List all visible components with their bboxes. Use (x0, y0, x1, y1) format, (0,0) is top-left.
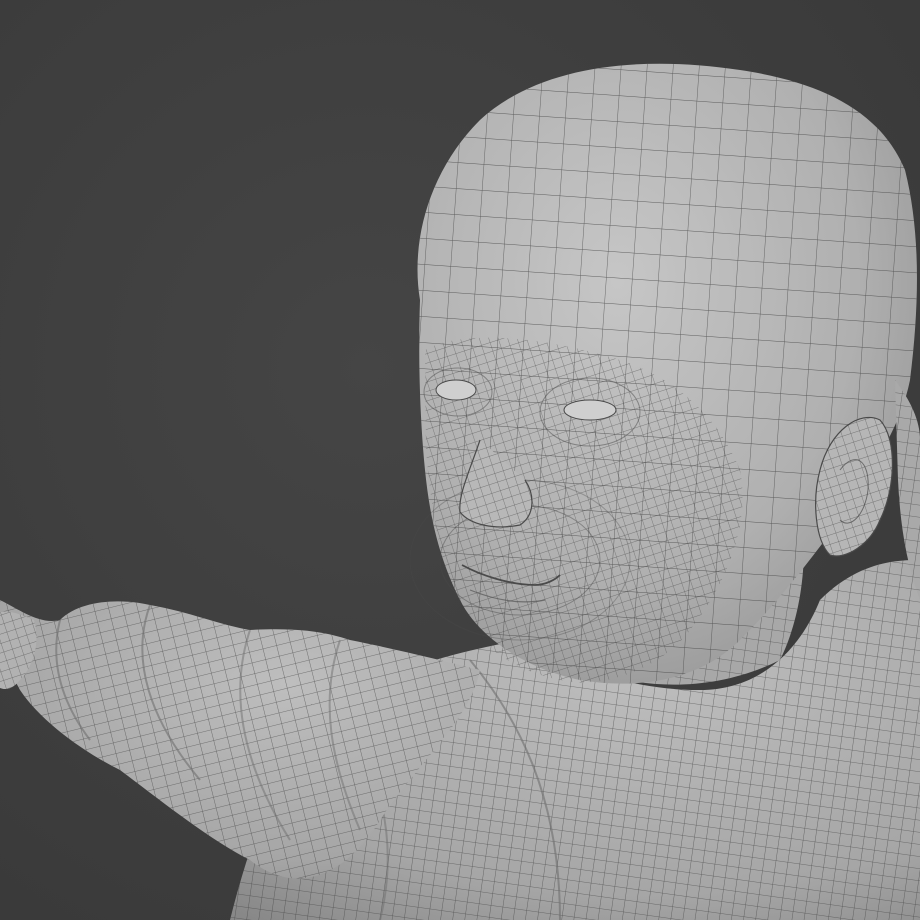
3d-viewport[interactable] (0, 0, 920, 920)
right-eye-socket (563, 399, 617, 421)
viewport-canvas[interactable] (0, 0, 920, 920)
left-eye-socket (435, 379, 477, 401)
